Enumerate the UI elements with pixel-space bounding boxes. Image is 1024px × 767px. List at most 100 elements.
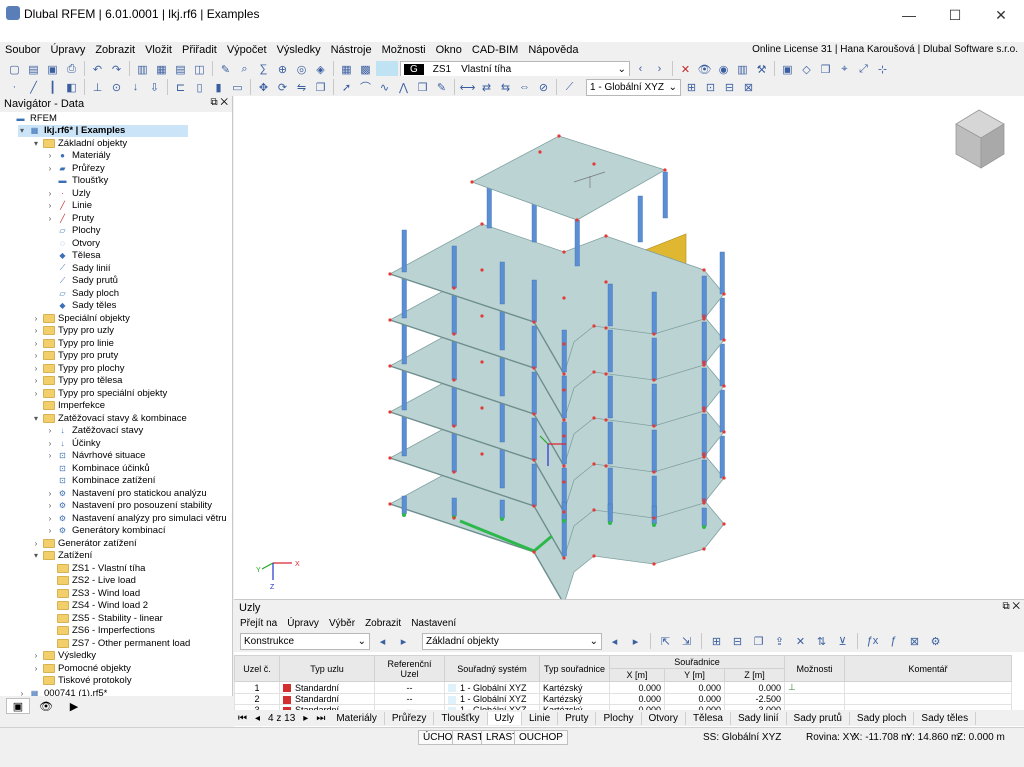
previous-icon[interactable]: ‹ bbox=[632, 61, 649, 78]
col-coordinate-system[interactable]: Souřadný systém bbox=[444, 655, 540, 682]
node-point[interactable] bbox=[562, 372, 566, 376]
column[interactable] bbox=[499, 307, 505, 351]
node-point[interactable] bbox=[652, 562, 656, 566]
comment-cell[interactable] bbox=[844, 693, 1012, 705]
next-icon[interactable]: ▸ bbox=[395, 633, 412, 650]
node-point[interactable] bbox=[388, 318, 392, 322]
column[interactable] bbox=[574, 219, 580, 267]
menu-nastroje[interactable]: Nástroje bbox=[326, 44, 377, 56]
dimension-icon[interactable]: ⤢ bbox=[855, 61, 872, 78]
col-node-number[interactable]: Uzel č. bbox=[234, 655, 280, 682]
node-point[interactable] bbox=[604, 464, 608, 468]
node-point[interactable] bbox=[452, 516, 456, 520]
copy-row-icon[interactable]: ❐ bbox=[750, 633, 767, 650]
node-point[interactable] bbox=[452, 378, 456, 382]
column[interactable] bbox=[701, 367, 707, 411]
print-icon[interactable]: ⎙ bbox=[63, 61, 80, 78]
function-icon[interactable]: ƒ bbox=[885, 633, 902, 650]
nav-item[interactable]: ◆ Sady těles bbox=[46, 300, 116, 313]
expand-icon[interactable]: › bbox=[46, 164, 54, 173]
table-tab[interactable]: Sady linií bbox=[731, 711, 787, 725]
nav-item[interactable]: Tiskové protokoly bbox=[32, 675, 132, 688]
table-cell[interactable]: -- bbox=[374, 693, 445, 705]
table-cell[interactable]: Standardní bbox=[279, 693, 375, 705]
load-arrow-icon[interactable]: ⇩ bbox=[146, 79, 163, 96]
nav-item[interactable]: › ⚙ Nastavení pro statickou analýzu bbox=[46, 487, 207, 500]
formula-icon[interactable]: ƒx bbox=[864, 633, 881, 650]
node-point[interactable] bbox=[652, 332, 656, 336]
node-point[interactable] bbox=[452, 424, 456, 428]
structure-filter-select[interactable]: Konstrukce ⌄ bbox=[240, 632, 370, 650]
nav-item[interactable]: ZS7 - Other permanent load bbox=[46, 637, 190, 650]
node-point[interactable] bbox=[562, 480, 566, 484]
options-cell[interactable] bbox=[784, 693, 845, 705]
column[interactable] bbox=[499, 261, 505, 305]
col-coordinate-type[interactable]: Typ souřadnice bbox=[539, 655, 610, 682]
column[interactable] bbox=[451, 497, 457, 517]
table-cell[interactable]: -2.500 bbox=[724, 693, 785, 705]
table-tab[interactable]: Sady ploch bbox=[850, 711, 915, 725]
object-snap-icon[interactable]: ⊟ bbox=[721, 79, 738, 96]
excel-icon[interactable]: ⊠ bbox=[906, 633, 923, 650]
close-button[interactable]: ✕ bbox=[978, 0, 1024, 30]
export-icon[interactable]: ⇪ bbox=[771, 633, 788, 650]
cube-icon[interactable]: ❒ bbox=[817, 61, 834, 78]
node-point[interactable] bbox=[722, 292, 726, 296]
column[interactable] bbox=[701, 321, 707, 365]
nav-item[interactable]: ▱ Sady ploch bbox=[46, 287, 119, 300]
node-point[interactable] bbox=[532, 320, 536, 324]
nav-item[interactable]: › ▰ Průřezy bbox=[46, 162, 105, 175]
clear-icon[interactable]: ✕ bbox=[792, 633, 809, 650]
node-point[interactable] bbox=[562, 418, 566, 422]
table-cell[interactable]: Standardní bbox=[279, 681, 375, 694]
nav-item[interactable]: › Typy pro linie bbox=[32, 337, 114, 350]
nav-item[interactable]: › ↓ Účinky bbox=[46, 437, 101, 450]
nav-item[interactable]: › Typy pro pruty bbox=[32, 350, 119, 363]
filter-icon[interactable]: ⌖ bbox=[836, 61, 853, 78]
nav-item[interactable]: ⊡ Kombinace zatížení bbox=[46, 475, 155, 488]
support-icon[interactable]: ⊥ bbox=[89, 79, 106, 96]
nav-item[interactable]: Imperfekce bbox=[32, 400, 105, 413]
column[interactable] bbox=[561, 375, 567, 419]
table-cell[interactable]: 1 - Globální XYZ bbox=[444, 681, 540, 694]
nav-item[interactable]: › ⚙ Nastavení pro posouzení stability bbox=[46, 500, 212, 513]
search-model-icon[interactable]: ⌕ bbox=[236, 61, 253, 78]
expand-icon[interactable]: › bbox=[32, 376, 40, 385]
column[interactable] bbox=[719, 435, 725, 479]
nav-item[interactable]: › ⊡ Návrhové situace bbox=[46, 450, 146, 463]
table-cell[interactable]: 1 bbox=[234, 681, 280, 694]
col-options[interactable]: Možnosti bbox=[784, 655, 845, 682]
menu-zobrazit[interactable]: Zobrazit bbox=[90, 44, 140, 56]
node-point[interactable] bbox=[702, 363, 706, 367]
previous-page-icon[interactable]: ◂ bbox=[251, 713, 264, 724]
node-point[interactable] bbox=[592, 554, 596, 558]
node-point[interactable] bbox=[562, 296, 566, 300]
column[interactable] bbox=[531, 463, 537, 507]
column[interactable] bbox=[719, 251, 725, 295]
nav-item[interactable]: › ╱ Pruty bbox=[46, 212, 95, 225]
support-node[interactable] bbox=[562, 519, 566, 523]
table-tab[interactable]: Plochy bbox=[596, 711, 642, 725]
nav-item[interactable]: › Generátor zatížení bbox=[32, 537, 137, 550]
menu-okno[interactable]: Okno bbox=[431, 44, 467, 56]
column[interactable] bbox=[499, 445, 505, 489]
table-cell[interactable]: Kartézský bbox=[539, 681, 610, 694]
previous-icon[interactable]: ◂ bbox=[374, 633, 391, 650]
table-cell[interactable]: -- bbox=[374, 681, 445, 694]
node-point[interactable] bbox=[480, 406, 484, 410]
model-canvas[interactable]: X Y Z bbox=[234, 96, 1024, 599]
expand-icon[interactable]: › bbox=[32, 326, 40, 335]
object-snap-toggle[interactable]: OUCHOP bbox=[514, 730, 568, 745]
column[interactable] bbox=[531, 325, 537, 369]
filter-icon[interactable]: ⊻ bbox=[834, 633, 851, 650]
results-off-icon[interactable]: ✕ bbox=[677, 61, 694, 78]
column[interactable] bbox=[401, 413, 407, 457]
comment-cell[interactable] bbox=[844, 681, 1012, 694]
wall-icon[interactable]: ▯ bbox=[191, 79, 208, 96]
nav-item[interactable]: › Výsledky bbox=[32, 650, 96, 663]
node-point[interactable] bbox=[702, 268, 706, 272]
node-point[interactable] bbox=[562, 388, 566, 392]
polyline-icon[interactable]: ⋀ bbox=[395, 79, 412, 96]
node-point[interactable] bbox=[388, 364, 392, 368]
node-point[interactable] bbox=[592, 324, 596, 328]
